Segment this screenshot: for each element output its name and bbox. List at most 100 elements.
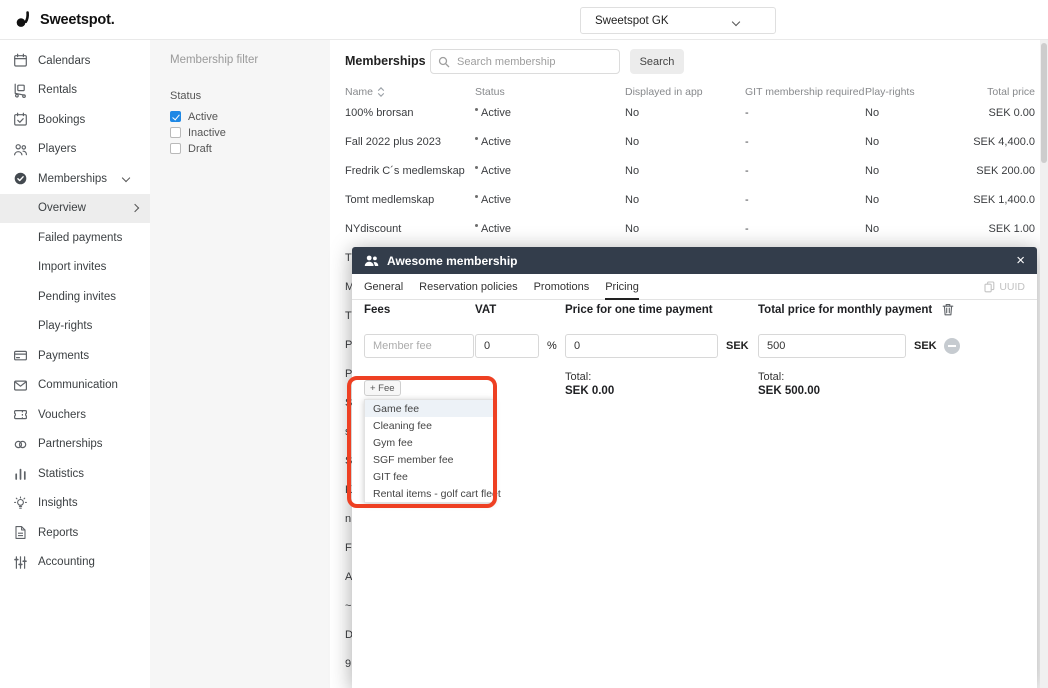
sidebar-item-label: Players xyxy=(38,143,76,155)
sidebar-item-payments[interactable]: Payments xyxy=(0,341,150,371)
sidebar-item-insights[interactable]: Insights xyxy=(0,489,150,519)
calendar-icon xyxy=(13,53,28,68)
membership-status: Active xyxy=(475,107,625,119)
sidebar-item-memberships[interactable]: Memberships xyxy=(0,164,150,194)
club-selector[interactable]: Sweetspot GK xyxy=(580,7,776,34)
column-header-status: Status xyxy=(475,86,625,98)
fee-option-cleaning-fee[interactable]: Cleaning fee xyxy=(365,417,493,434)
voucher-ticket-icon xyxy=(13,407,28,422)
one-time-price-input[interactable] xyxy=(565,334,718,358)
sidebar-item-import-invites[interactable]: Import invites xyxy=(0,253,150,283)
sidebar-item-label: Rentals xyxy=(38,84,77,96)
table-header-row: Name Status Displayed in app GIT members… xyxy=(330,82,1040,102)
play-rights-value: No xyxy=(865,136,965,148)
column-header-displayed-in-app: Displayed in app xyxy=(625,86,745,98)
sort-icon[interactable] xyxy=(377,87,385,97)
copy-icon xyxy=(984,281,995,293)
memberships-badge-icon xyxy=(13,171,28,186)
play-rights-value: No xyxy=(865,223,965,235)
sidebar-item-communication[interactable]: Communication xyxy=(0,371,150,401)
membership-status: Active xyxy=(475,165,625,177)
lightbulb-icon xyxy=(13,496,28,511)
sidebar-item-partnerships[interactable]: Partnerships xyxy=(0,430,150,460)
partnership-icon xyxy=(13,437,28,452)
table-row[interactable]: Fredrik C´s medlemskap Active No - No SE… xyxy=(330,156,1040,185)
scrollbar-track[interactable] xyxy=(1040,40,1048,688)
vat-input[interactable] xyxy=(475,334,539,358)
play-rights-value: No xyxy=(865,194,965,206)
club-selector-value: Sweetspot GK xyxy=(595,15,669,27)
displayed-in-app-value: No xyxy=(625,165,745,177)
remove-fee-row-icon[interactable] xyxy=(944,338,960,354)
brand[interactable]: Sweetspot. xyxy=(14,0,115,40)
table-row[interactable]: NYdiscount Active No - No SEK 1.00 xyxy=(330,214,1040,243)
add-fee-button[interactable]: + Fee xyxy=(364,380,401,396)
sidebar-item-rentals[interactable]: Rentals xyxy=(0,76,150,106)
envelope-icon xyxy=(13,378,28,393)
total-price-value: SEK 0.00 xyxy=(965,107,1040,119)
sidebar-item-label: Payments xyxy=(38,350,89,362)
sidebar-item-reports[interactable]: Reports xyxy=(0,518,150,548)
filter-option-active[interactable]: Active xyxy=(170,109,310,124)
sidebar-item-play-rights[interactable]: Play-rights xyxy=(0,312,150,342)
sidebar-item-players[interactable]: Players xyxy=(0,135,150,165)
sliders-icon xyxy=(13,555,28,570)
fee-option-rental-items-golf-cart-fleet[interactable]: Rental items - golf cart fleet xyxy=(365,485,493,502)
sidebar-item-failed-payments[interactable]: Failed payments xyxy=(0,223,150,253)
table-row[interactable]: Tomt medlemskap Active No - No SEK 1,400… xyxy=(330,185,1040,214)
checkbox-checked-icon[interactable] xyxy=(170,111,181,122)
fee-option-gym-fee[interactable]: Gym fee xyxy=(365,434,493,451)
search-icon xyxy=(438,55,450,73)
sidebar-item-label: Communication xyxy=(38,379,118,391)
sidebar-item-bookings[interactable]: Bookings xyxy=(0,105,150,135)
filter-option-inactive[interactable]: Inactive xyxy=(170,125,310,140)
close-icon[interactable]: × xyxy=(1016,253,1025,268)
tab-pricing[interactable]: Pricing xyxy=(605,281,639,293)
sidebar-item-calendars[interactable]: Calendars xyxy=(0,46,150,76)
scrollbar-thumb[interactable] xyxy=(1041,43,1047,163)
total-price-value: SEK 4,400.0 xyxy=(965,136,1040,148)
tab-promotions[interactable]: Promotions xyxy=(534,281,590,293)
sidebar-subitem-label: Pending invites xyxy=(38,291,116,303)
total-price-value: SEK 1,400.0 xyxy=(965,194,1040,206)
status-dot-icon xyxy=(475,166,478,169)
git-required-value: - xyxy=(745,136,865,148)
chevron-right-icon xyxy=(131,204,139,212)
displayed-in-app-value: No xyxy=(625,194,745,206)
sidebar-item-pending-invites[interactable]: Pending invites xyxy=(0,282,150,312)
chevron-down-icon xyxy=(122,174,130,182)
column-header-play-rights: Play-rights xyxy=(865,86,965,98)
table-row-clipped[interactable]: 100% brorsan Active No - No SEK 0.00 xyxy=(330,107,1040,127)
checkbox-icon[interactable] xyxy=(170,127,181,138)
monthly-price-input[interactable] xyxy=(758,334,906,358)
fee-option-sgf-member-fee[interactable]: SGF member fee xyxy=(365,451,493,468)
sidebar-item-vouchers[interactable]: Vouchers xyxy=(0,400,150,430)
sidebar-subitem-label: Play-rights xyxy=(38,320,92,332)
fee-name-input[interactable] xyxy=(364,334,474,358)
sidebar-item-overview[interactable]: Overview xyxy=(0,194,150,224)
sidebar-item-label: Reports xyxy=(38,527,78,539)
sidebar-item-accounting[interactable]: Accounting xyxy=(0,548,150,578)
column-header-total-price: Total price xyxy=(965,86,1040,98)
checkbox-icon[interactable] xyxy=(170,143,181,154)
fee-option-game-fee[interactable]: Game fee xyxy=(365,400,493,417)
uuid-button[interactable]: UUID xyxy=(984,281,1025,293)
column-header-name[interactable]: Name xyxy=(330,86,475,98)
delete-fee-trash-icon[interactable] xyxy=(942,303,954,321)
modal-title: Awesome membership xyxy=(387,254,518,268)
tab-general[interactable]: General xyxy=(364,281,403,293)
tab-reservation-policies[interactable]: Reservation policies xyxy=(419,281,517,293)
status-dot-icon xyxy=(475,137,478,140)
fee-option-git-fee[interactable]: GIT fee xyxy=(365,468,493,485)
table-row[interactable]: Fall 2022 plus 2023 Active No - No SEK 4… xyxy=(330,127,1040,156)
sweetspot-logo-icon xyxy=(14,10,34,30)
displayed-in-app-value: No xyxy=(625,107,745,119)
one-time-currency-label: SEK xyxy=(726,340,749,352)
search-button[interactable]: Search xyxy=(630,49,684,74)
sidebar-item-statistics[interactable]: Statistics xyxy=(0,459,150,489)
search-membership-input[interactable] xyxy=(430,49,620,74)
vat-column-label: VAT xyxy=(475,304,496,316)
search-box xyxy=(430,49,620,74)
filter-option-draft[interactable]: Draft xyxy=(170,141,310,156)
sidebar-subitem-label: Failed payments xyxy=(38,232,122,244)
